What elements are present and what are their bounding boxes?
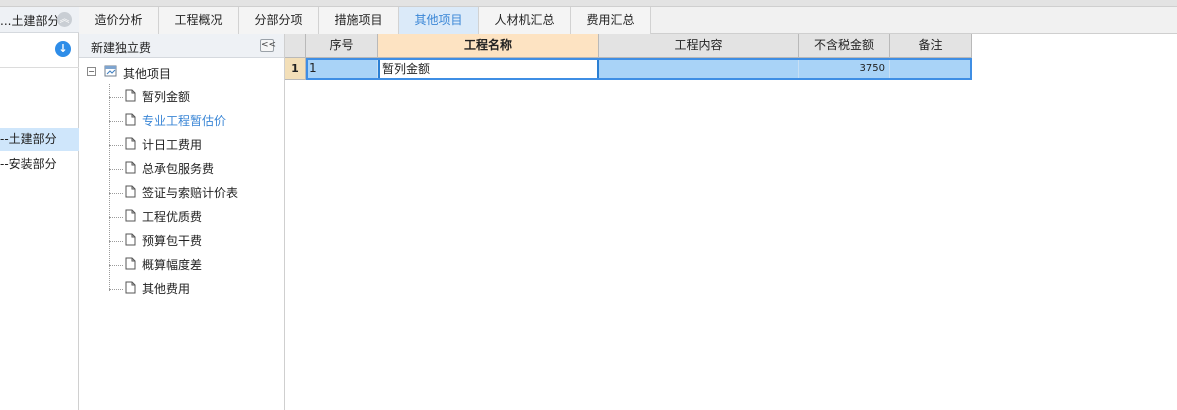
- document-icon: [125, 257, 136, 270]
- tree-root-label: 其他项目: [123, 67, 172, 81]
- left-panel-title: ...土建部分: [0, 14, 60, 28]
- tab-cost-analysis[interactable]: 造价分析: [79, 7, 159, 34]
- tree-item-label: 预算包干费: [142, 234, 203, 248]
- tree-item-label: 总承包服务费: [142, 162, 215, 176]
- new-independent-fee-button[interactable]: 新建独立费: [91, 39, 151, 56]
- column-header-project-content[interactable]: 工程内容: [599, 34, 799, 58]
- tree-connector-branch: [109, 169, 123, 170]
- document-icon: [125, 113, 136, 126]
- tree-connector-branch: [109, 97, 123, 98]
- document-icon: [125, 209, 136, 222]
- download-icon[interactable]: ↓: [55, 41, 71, 57]
- tree-item-label: 其他费用: [142, 282, 191, 296]
- tab-labor-material-machine[interactable]: 人材机汇总: [479, 7, 571, 34]
- cell-amount-excl-tax[interactable]: 3750: [799, 58, 890, 80]
- tree-connector-branch: [109, 265, 123, 266]
- tree-item-label: 暂列金额: [142, 90, 191, 104]
- tree-connector-branch: [109, 193, 123, 194]
- cell-remarks[interactable]: [890, 58, 972, 80]
- tab-sub-items[interactable]: 分部分项: [239, 7, 319, 34]
- document-icon: [125, 281, 136, 294]
- collapse-up-icon[interactable]: ︽: [57, 12, 72, 27]
- top-strip: [0, 0, 1177, 7]
- left-panel: ...土建部分 ︽ ↓ --土建部分 --安装部分: [0, 7, 79, 410]
- cell-project-content[interactable]: [599, 58, 799, 80]
- row-header[interactable]: 1: [285, 58, 306, 80]
- document-icon: [125, 233, 136, 246]
- folder-icon: [104, 65, 117, 77]
- tree-item-label: 专业工程暂估价: [142, 114, 227, 128]
- cell-project-name[interactable]: 暂列金额: [378, 58, 599, 80]
- tree-connector-branch: [109, 289, 123, 290]
- left-panel-header: ...土建部分 ︽: [0, 7, 79, 33]
- tab-fee-summary[interactable]: 费用汇总: [571, 7, 651, 34]
- tree-item-label: 工程优质费: [142, 210, 203, 224]
- tab-measures[interactable]: 措施项目: [319, 7, 399, 34]
- column-header-amount-excl-tax[interactable]: 不含税金额: [799, 34, 890, 58]
- tab-other-items[interactable]: 其他项目: [399, 7, 479, 34]
- tree-item-label: 计日工费用: [142, 138, 203, 152]
- tree-connector-branch: [109, 121, 123, 122]
- unit-item-install[interactable]: --安装部分: [0, 153, 79, 176]
- tree-item-label: 概算幅度差: [142, 258, 203, 272]
- grid-corner: [285, 34, 306, 58]
- unit-item-civil[interactable]: --土建部分: [0, 128, 79, 151]
- collapse-left-button[interactable]: <<: [260, 39, 276, 52]
- column-header-number[interactable]: 序号: [306, 34, 378, 58]
- tab-project-overview[interactable]: 工程概况: [159, 7, 239, 34]
- cell-number[interactable]: 1: [306, 58, 378, 80]
- document-icon: [125, 161, 136, 174]
- tab-bar: 造价分析 工程概况 分部分项 措施项目 其他项目 人材机汇总 费用汇总: [79, 7, 1177, 34]
- document-icon: [125, 185, 136, 198]
- tree-panel-header: 新建独立费 <<: [79, 34, 284, 58]
- document-icon: [125, 137, 136, 150]
- column-header-project-name[interactable]: 工程名称: [378, 34, 599, 58]
- divider: [0, 67, 79, 68]
- column-header-remarks[interactable]: 备注: [890, 34, 972, 58]
- collapse-toggle-icon[interactable]: −: [87, 67, 96, 76]
- tree-item-label: 签证与索赔计价表: [142, 186, 239, 200]
- tree-connector-branch: [109, 241, 123, 242]
- document-icon: [125, 89, 136, 102]
- tree-connector-branch: [109, 217, 123, 218]
- tree-connector: [109, 84, 110, 291]
- tree-connector-branch: [109, 145, 123, 146]
